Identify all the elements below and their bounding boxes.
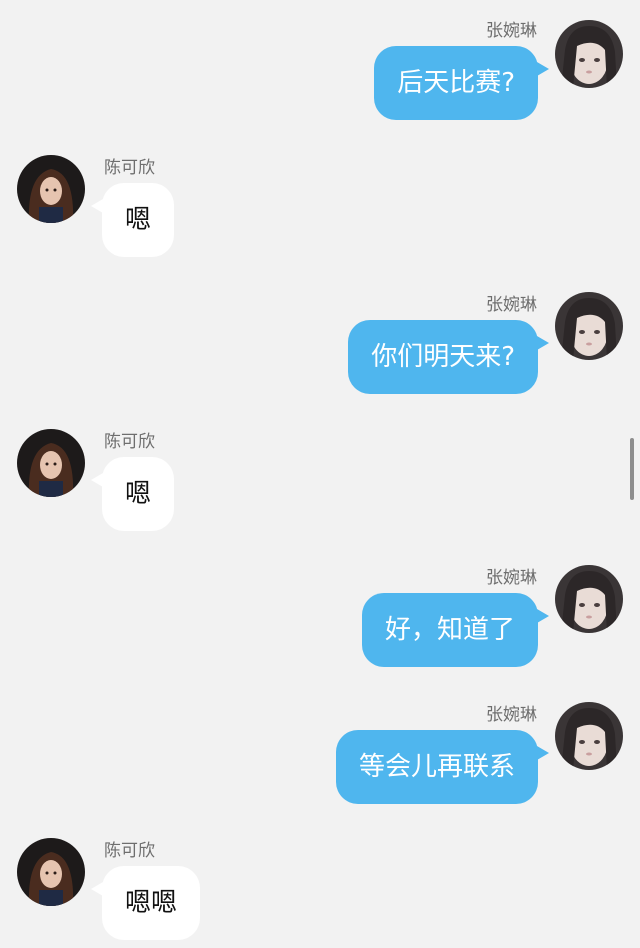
outgoing-message-bubble[interactable]: 后天比赛? xyxy=(374,46,549,120)
avatar-chenkexin[interactable] xyxy=(17,155,85,223)
girl-photo-avatar-dark-icon xyxy=(17,155,85,223)
sender-name: 张婉琳 xyxy=(486,568,537,588)
girl-photo-avatar-light-icon xyxy=(555,20,623,88)
outgoing-message-bubble[interactable]: 你们明天来? xyxy=(348,320,549,394)
avatar-chenkexin[interactable] xyxy=(17,429,85,497)
sender-name: 陈可欣 xyxy=(104,841,155,861)
avatar-zhangwanlin[interactable] xyxy=(555,702,623,770)
girl-photo-avatar-light-icon xyxy=(555,702,623,770)
outgoing-message-bubble[interactable]: 好，知道了 xyxy=(361,593,550,667)
girl-photo-avatar-light-icon xyxy=(555,292,623,360)
incoming-message-bubble[interactable]: 嗯嗯 xyxy=(90,866,201,940)
sender-name: 陈可欣 xyxy=(104,432,155,452)
avatar-zhangwanlin[interactable] xyxy=(555,292,623,360)
sender-name: 张婉琳 xyxy=(486,705,537,725)
sender-name: 张婉琳 xyxy=(486,21,537,41)
girl-photo-avatar-light-icon xyxy=(555,565,623,633)
avatar-chenkexin[interactable] xyxy=(17,838,85,906)
girl-photo-avatar-dark-icon xyxy=(17,838,85,906)
avatar-zhangwanlin[interactable] xyxy=(555,565,623,633)
girl-photo-avatar-dark-icon xyxy=(17,429,85,497)
sender-name: 陈可欣 xyxy=(104,158,155,178)
scrollbar[interactable] xyxy=(630,438,634,500)
avatar-zhangwanlin[interactable] xyxy=(555,20,623,88)
sender-name: 张婉琳 xyxy=(486,295,537,315)
incoming-message-bubble[interactable]: 嗯 xyxy=(90,457,175,531)
incoming-message-bubble[interactable]: 嗯 xyxy=(90,183,175,257)
outgoing-message-bubble[interactable]: 等会儿再联系 xyxy=(335,730,550,804)
